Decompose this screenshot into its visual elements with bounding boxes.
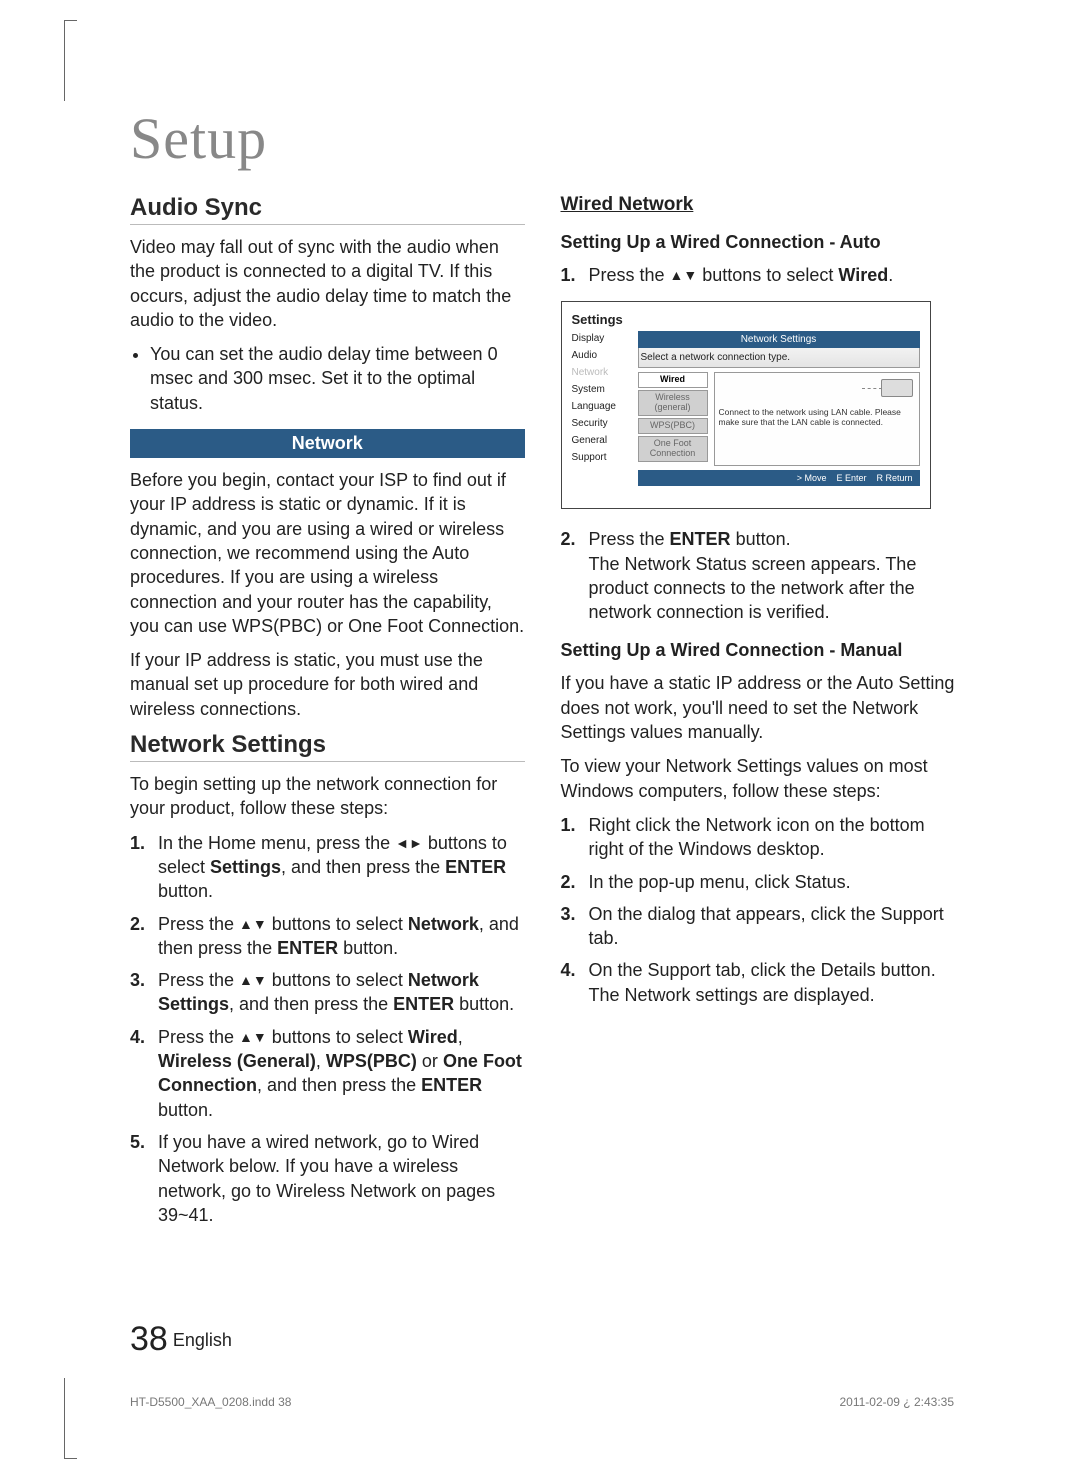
ui-side-support: Support — [572, 450, 632, 465]
ui-main: Network Settings Select a network connec… — [638, 331, 920, 486]
wired-manual-p1: If you have a static IP address or the A… — [561, 671, 956, 744]
right-column: Wired Network Setting Up a Wired Connect… — [561, 190, 956, 1235]
ui-side-security: Security — [572, 416, 632, 431]
print-metadata: HT-D5500_XAA_0208.indd 38 2011-02-09 ¿ 2… — [130, 1395, 954, 1409]
left-right-icon: ◄► — [395, 835, 423, 851]
wired-auto-step-2: Press the ENTER button. The Network Stat… — [561, 527, 956, 624]
manual-step-4: On the Support tab, click the Details bu… — [561, 958, 956, 1007]
ui-side-system: System — [572, 382, 632, 397]
page-title: Setup — [130, 105, 955, 172]
step-4: Press the ▲▼ buttons to select Wired, Wi… — [130, 1025, 525, 1122]
manual-step-2: In the pop-up menu, click Status. — [561, 870, 956, 894]
ui-side-audio: Audio — [572, 348, 632, 363]
ui-side-general: General — [572, 433, 632, 448]
ui-footer-return: R Return — [876, 473, 912, 483]
wired-auto-steps-2: Press the ENTER button. The Network Stat… — [561, 527, 956, 624]
crop-mark-top — [64, 20, 77, 101]
content-area: Setup Audio Sync Video may fall out of s… — [130, 105, 955, 1235]
audio-sync-text: Video may fall out of sync with the audi… — [130, 235, 525, 332]
crop-mark-bottom — [64, 1378, 77, 1459]
network-settings-heading: Network Settings — [130, 731, 525, 762]
network-intro-2: If your IP address is static, you must u… — [130, 648, 525, 721]
ui-opt-wireless: Wireless (general) — [638, 390, 708, 416]
step-1: In the Home menu, press the ◄► buttons t… — [130, 831, 525, 904]
wired-auto-heading: Setting Up a Wired Connection - Auto — [561, 232, 956, 253]
ui-opt-wired: Wired — [638, 372, 708, 388]
ui-preview: Connect to the network using LAN cable. … — [714, 372, 920, 466]
step-3: Press the ▲▼ buttons to select Network S… — [130, 968, 525, 1017]
ui-instruction: Select a network connection type. — [638, 348, 920, 368]
wired-manual-p2: To view your Network Settings values on … — [561, 754, 956, 803]
up-down-icon: ▲▼ — [239, 972, 267, 988]
ui-opt-wps: WPS(PBC) — [638, 418, 708, 434]
manual-step-1: Right click the Network icon on the bott… — [561, 813, 956, 862]
wired-network-heading: Wired Network — [561, 194, 956, 216]
manual-steps: Right click the Network icon on the bott… — [561, 813, 956, 1007]
page: Setup Audio Sync Video may fall out of s… — [0, 0, 1080, 1479]
ui-preview-text: Connect to the network using LAN cable. … — [719, 407, 915, 427]
ui-footer-enter: E Enter — [836, 473, 866, 483]
ui-options: Wired Wireless (general) WPS(PBC) One Fo… — [638, 372, 708, 466]
ui-sidebar: Display Audio Network System Language Se… — [572, 331, 632, 486]
ui-side-network: Network — [572, 365, 632, 380]
network-steps: In the Home menu, press the ◄► buttons t… — [130, 831, 525, 1227]
page-number: 38 English — [130, 1320, 232, 1359]
step-2: Press the ▲▼ buttons to select Network, … — [130, 912, 525, 961]
audio-sync-heading: Audio Sync — [130, 194, 525, 225]
settings-screenshot: Settings Display Audio Network System La… — [561, 301, 931, 509]
network-intro-1: Before you begin, contact your ISP to fi… — [130, 468, 525, 638]
step-5: If you have a wired network, go to Wired… — [130, 1130, 525, 1227]
ui-opt-onefoot: One Foot Connection — [638, 436, 708, 462]
manual-step-3: On the dialog that appears, click the Su… — [561, 902, 956, 951]
wired-manual-heading: Setting Up a Wired Connection - Manual — [561, 640, 956, 661]
left-column: Audio Sync Video may fall out of sync wi… — [130, 190, 525, 1235]
print-timestamp: 2011-02-09 ¿ 2:43:35 — [839, 1395, 954, 1409]
ui-footer: > Move E Enter R Return — [638, 470, 920, 486]
router-icon — [881, 379, 913, 397]
source-file: HT-D5500_XAA_0208.indd 38 — [130, 1395, 291, 1409]
columns: Audio Sync Video may fall out of sync wi… — [130, 190, 955, 1235]
ui-header: Network Settings — [638, 331, 920, 348]
ui-side-language: Language — [572, 399, 632, 414]
ui-side-display: Display — [572, 331, 632, 346]
audio-sync-bullet: You can set the audio delay time between… — [150, 342, 525, 415]
ui-settings-label: Settings — [572, 312, 920, 327]
network-settings-intro: To begin setting up the network connecti… — [130, 772, 525, 821]
audio-sync-list: You can set the audio delay time between… — [130, 342, 525, 415]
wired-auto-steps: Press the ▲▼ buttons to select Wired. — [561, 263, 956, 287]
up-down-icon: ▲▼ — [670, 267, 698, 283]
wired-auto-step-1: Press the ▲▼ buttons to select Wired. — [561, 263, 956, 287]
network-banner: Network — [130, 429, 525, 458]
ui-footer-move: > Move — [797, 473, 827, 483]
up-down-icon: ▲▼ — [239, 916, 267, 932]
up-down-icon: ▲▼ — [239, 1029, 267, 1045]
